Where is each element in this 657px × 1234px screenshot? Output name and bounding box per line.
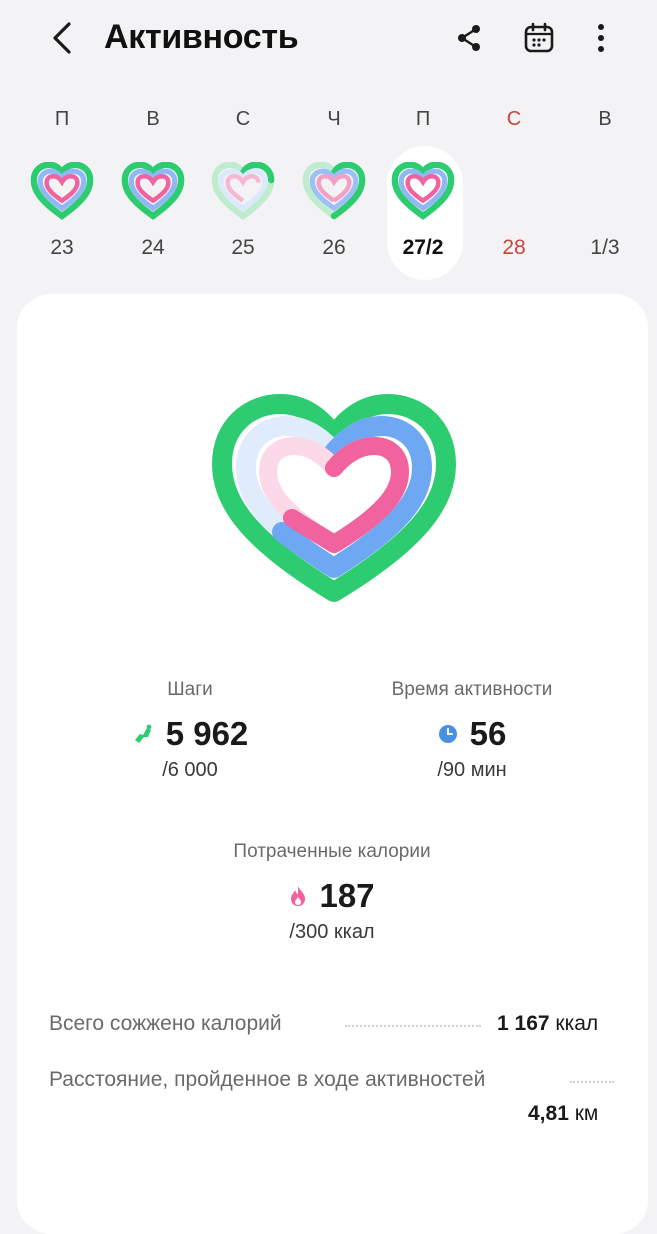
- total-calories-value: 1 167 ккал: [497, 1012, 598, 1036]
- day-letter: В: [598, 108, 612, 130]
- calories-goal: /300 ккал: [289, 921, 375, 943]
- mini-heart-ring-icon: [302, 162, 366, 220]
- day-number: 1/3: [590, 236, 620, 259]
- day-letter: П: [54, 108, 70, 130]
- dotted-leader: [570, 1081, 614, 1083]
- day-item-5[interactable]: С 28: [474, 100, 554, 280]
- day-item-0[interactable]: П 23: [22, 100, 102, 280]
- day-letter: С: [506, 108, 522, 130]
- day-letter: С: [235, 108, 251, 130]
- share-icon: [458, 25, 480, 51]
- day-number: 23: [50, 236, 74, 259]
- day-letter: П: [415, 108, 431, 130]
- day-letter: Ч: [327, 108, 341, 130]
- distance-number: 4,81: [528, 1102, 569, 1125]
- back-button[interactable]: [40, 16, 84, 60]
- day-number: 24: [141, 236, 165, 259]
- mini-heart-ring-icon: [121, 162, 185, 220]
- active-time-stat[interactable]: Время активности 56 /90 мин: [337, 679, 607, 782]
- calories-stat[interactable]: Потраченные калории 187 /300 ккал: [187, 841, 477, 944]
- day-letter: В: [146, 108, 160, 130]
- steps-value: 5 962: [165, 715, 249, 752]
- total-calories-unit: ккал: [555, 1012, 599, 1035]
- distance-unit: км: [574, 1102, 599, 1125]
- more-options-button[interactable]: [579, 16, 623, 60]
- day-item-6[interactable]: В 1/3: [565, 100, 645, 280]
- share-button[interactable]: [447, 16, 491, 60]
- day-item-3[interactable]: Ч 26: [294, 100, 374, 280]
- distance-label: Расстояние, пройденное в ходе активносте…: [49, 1068, 486, 1091]
- mini-heart-ring-icon: [30, 162, 94, 220]
- active-time-goal: /90 мин: [437, 759, 507, 781]
- calendar-icon: [524, 22, 554, 53]
- calories-value: 187: [319, 877, 375, 914]
- clock-icon: [438, 725, 457, 743]
- total-calories-number: 1 167: [497, 1012, 550, 1035]
- calendar-button[interactable]: [517, 16, 561, 60]
- running-shoe-icon: [134, 724, 152, 743]
- activity-card: Шаги 5 962 /6 000 Время активности 56 /9…: [17, 294, 648, 1234]
- calories-label: Потраченные калории: [233, 841, 431, 862]
- week-selector: П 23 В 24 С 25 Ч 26 П 27/2 С 28 В 1/3: [0, 100, 657, 280]
- activity-heart-rings-icon: [212, 394, 456, 602]
- day-number: 25: [231, 236, 255, 259]
- active-time-value: 56: [469, 715, 507, 752]
- distance-value: 4,81 км: [528, 1102, 598, 1126]
- active-time-label: Время активности: [391, 679, 553, 700]
- mini-heart-ring-icon: [391, 162, 455, 220]
- day-number: 28: [502, 236, 526, 259]
- total-calories-label: Всего сожжено калорий: [49, 1012, 282, 1035]
- more-vertical-icon: [598, 24, 604, 52]
- steps-stat[interactable]: Шаги 5 962 /6 000: [75, 679, 305, 782]
- chevron-left-icon: [53, 22, 71, 54]
- day-item-4-selected[interactable]: П 27/2: [383, 100, 463, 280]
- dotted-leader: [345, 1025, 481, 1027]
- steps-label: Шаги: [167, 679, 213, 700]
- day-number: 27/2: [402, 236, 444, 259]
- mini-heart-ring-icon: [211, 162, 275, 220]
- steps-goal: /6 000: [162, 759, 218, 781]
- day-item-2[interactable]: С 25: [203, 100, 283, 280]
- flame-icon: [291, 886, 306, 906]
- day-item-1[interactable]: В 24: [113, 100, 193, 280]
- day-number: 26: [322, 236, 346, 259]
- app-header: Активность: [0, 0, 657, 80]
- page-title: Активность: [104, 18, 299, 56]
